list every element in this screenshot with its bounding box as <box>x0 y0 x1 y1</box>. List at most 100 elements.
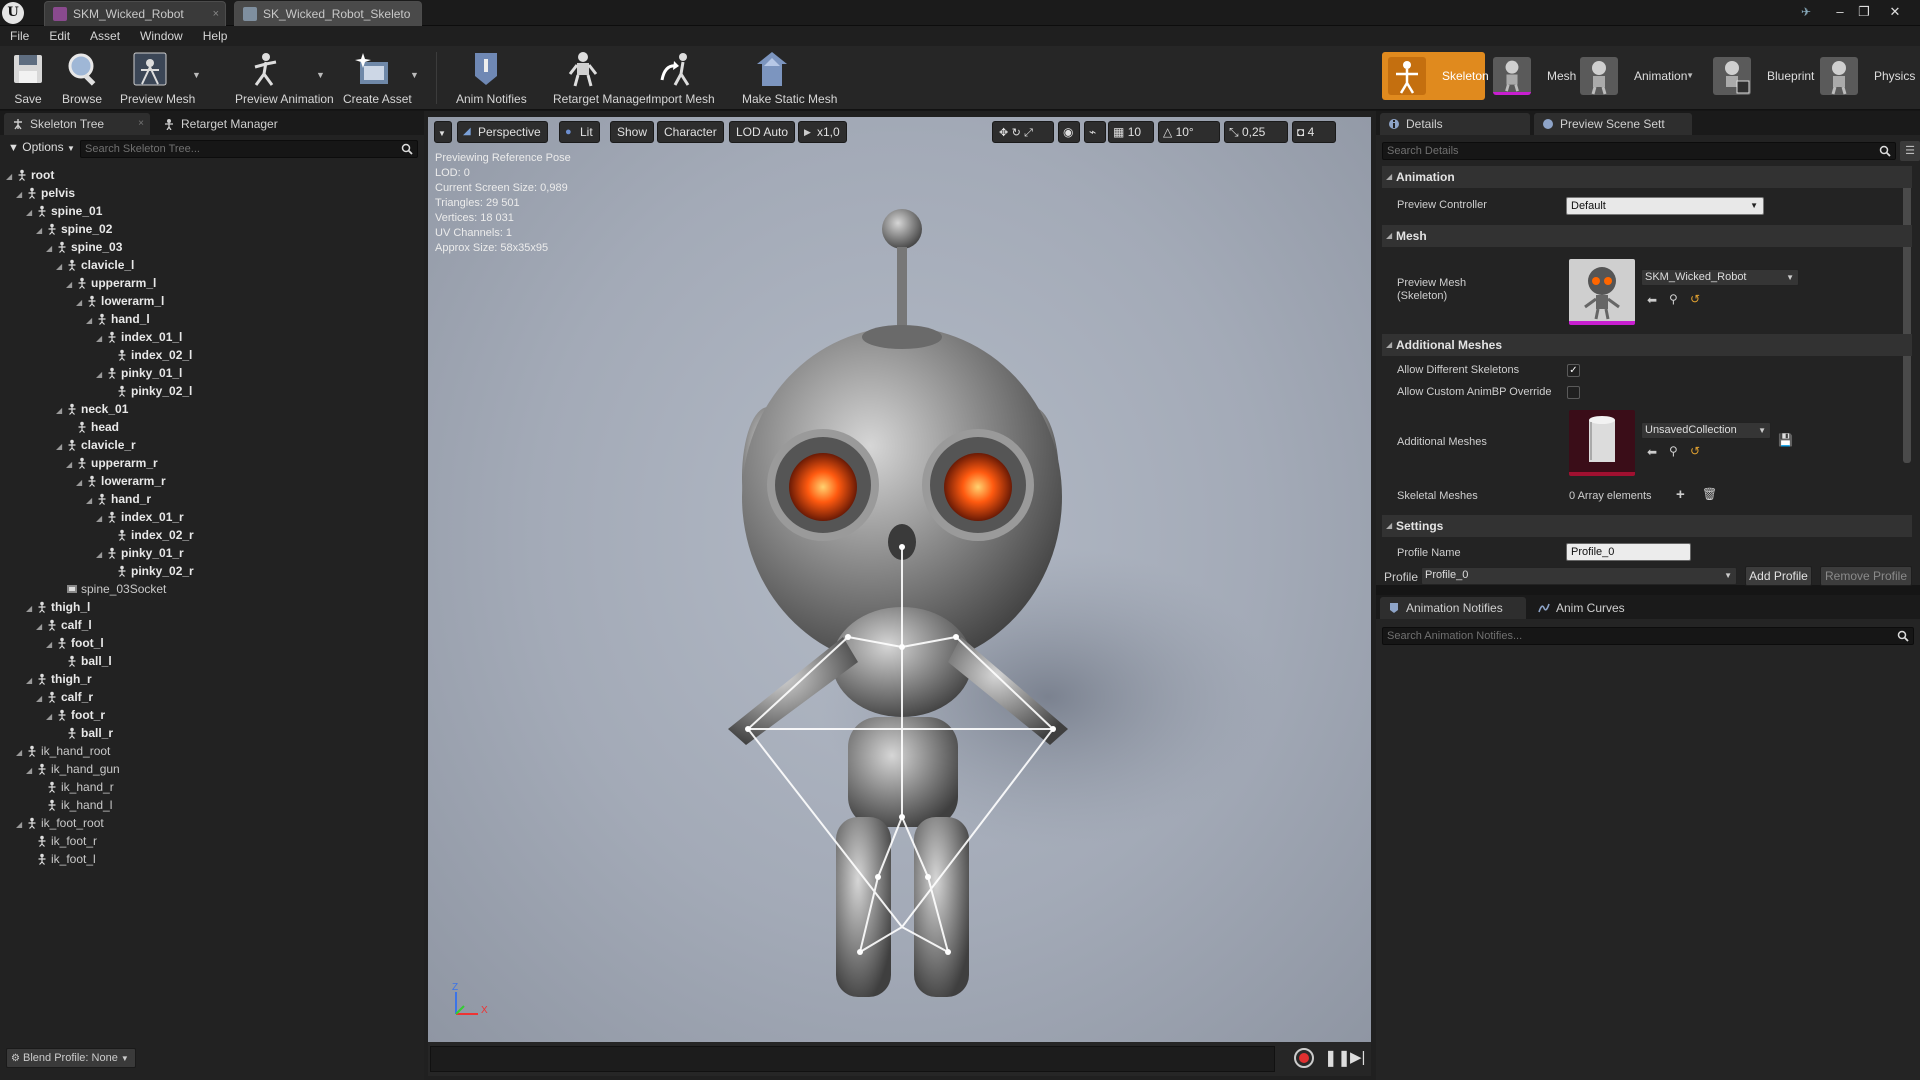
tree-bone-row[interactable]: ◢ hand_l <box>86 310 150 328</box>
tree-bone-row[interactable]: ◢ neck_01 <box>56 400 128 418</box>
tab-skeleton-tree[interactable]: Skeleton Tree × <box>4 113 150 135</box>
tree-bone-row[interactable]: ik_foot_r <box>26 832 97 850</box>
expand-arrow-icon[interactable]: ◢ <box>66 276 76 294</box>
expand-arrow-icon[interactable]: ◢ <box>86 492 96 510</box>
scale-snap-button[interactable]: ⤡ 0,25 <box>1224 121 1288 143</box>
expand-arrow-icon[interactable]: ◢ <box>46 708 56 726</box>
expand-arrow-icon[interactable]: ◢ <box>6 168 16 186</box>
expand-arrow-icon[interactable]: ◢ <box>26 600 36 618</box>
minimize-icon[interactable]: – <box>1830 3 1850 21</box>
mode-blueprint-button[interactable]: Blueprint <box>1707 52 1814 100</box>
menu-help[interactable]: Help <box>193 26 238 46</box>
tree-bone-row[interactable]: ball_l <box>56 652 112 670</box>
details-scrollbar[interactable] <box>1903 167 1911 463</box>
tree-bone-row[interactable]: spine_03Socket <box>56 580 166 598</box>
make-static-mesh-button[interactable]: Make Static Mesh <box>742 48 837 108</box>
pause-button[interactable]: ❚❚ <box>1324 1048 1351 1068</box>
tree-bone-row[interactable]: head <box>66 418 119 436</box>
add-profile-button[interactable]: Add Profile <box>1745 566 1812 586</box>
perspective-button[interactable]: ◢ Perspective <box>457 121 548 143</box>
mode-mesh-button[interactable]: Mesh <box>1487 52 1576 100</box>
menu-asset[interactable]: Asset <box>80 26 130 46</box>
restore-icon[interactable]: ❐ <box>1854 3 1874 21</box>
expand-arrow-icon[interactable]: ◢ <box>26 672 36 690</box>
expand-arrow-icon[interactable]: ◢ <box>96 546 106 564</box>
preview-mesh-dropdown-icon[interactable]: ▼ <box>192 70 201 80</box>
save-button[interactable]: Save <box>8 48 48 108</box>
tree-bone-row[interactable]: ◢ root <box>6 166 54 184</box>
viewport-options-dropdown[interactable]: ▼ <box>434 121 452 143</box>
expand-arrow-icon[interactable]: ◢ <box>96 510 106 528</box>
tree-bone-row[interactable]: ◢ foot_l <box>46 634 104 652</box>
timeline-scrubber[interactable] <box>430 1046 1275 1072</box>
grid-snap-button[interactable]: ▦ 10 <box>1108 121 1154 143</box>
expand-arrow-icon[interactable]: ◢ <box>56 258 66 276</box>
tree-bone-row[interactable]: ◢ pelvis <box>16 184 75 202</box>
menu-file[interactable]: File <box>0 26 39 46</box>
unreal-logo-icon[interactable]: U <box>2 2 24 24</box>
close-tab-icon[interactable]: × <box>138 113 144 135</box>
view-options-icon[interactable]: ☰ <box>1900 141 1920 161</box>
allow-different-skeletons-checkbox[interactable]: ✓ <box>1567 364 1580 377</box>
tree-bone-row[interactable]: ◢ pinky_01_r <box>96 544 184 562</box>
tree-bone-row[interactable]: ◢ upperarm_l <box>66 274 156 292</box>
tree-bone-row[interactable]: ◢ pinky_01_l <box>96 364 182 382</box>
expand-arrow-icon[interactable]: ◢ <box>16 744 26 762</box>
robot-preview-mesh[interactable] <box>428 117 1371 1042</box>
expand-arrow-icon[interactable]: ◢ <box>86 312 96 330</box>
remove-profile-button[interactable]: Remove Profile <box>1820 566 1912 586</box>
expand-arrow-icon[interactable]: ◢ <box>66 456 76 474</box>
add-element-icon[interactable]: + <box>1676 486 1685 503</box>
transform-tools-group[interactable]: ✥ ↻ ⤢ <box>992 121 1054 143</box>
expand-arrow-icon[interactable]: ◢ <box>56 402 66 420</box>
reset-to-default-icon[interactable]: ↺ <box>1690 292 1700 306</box>
show-button[interactable]: Show <box>610 121 655 143</box>
tree-bone-row[interactable]: ◢ calf_r <box>36 688 93 706</box>
notifies-search-field[interactable] <box>1387 630 1913 642</box>
tree-bone-row[interactable]: ◢ ik_foot_root <box>16 814 104 832</box>
additional-meshes-combo[interactable]: UnsavedCollection ▼ <box>1641 422 1771 439</box>
mode-animation-button[interactable]: Animation ▼ <box>1574 52 1694 100</box>
expand-arrow-icon[interactable]: ◢ <box>46 636 56 654</box>
tree-bone-row[interactable]: ◢ clavicle_l <box>56 256 134 274</box>
options-dropdown[interactable]: ▼ Options ▼ <box>8 140 75 154</box>
character-button[interactable]: Character <box>657 121 724 143</box>
skeleton-search-field[interactable] <box>85 143 417 155</box>
tree-bone-row[interactable]: ◢ ik_hand_gun <box>26 760 120 778</box>
profile-combo[interactable]: Profile_0 ▼ <box>1421 567 1737 585</box>
lod-auto-button[interactable]: LOD Auto <box>729 121 796 143</box>
tree-bone-row[interactable]: ik_hand_l <box>36 796 112 814</box>
delete-elements-icon[interactable]: 🗑 <box>1702 487 1717 501</box>
tree-bone-row[interactable]: ◢ hand_r <box>86 490 151 508</box>
reset-to-default-icon[interactable]: ↺ <box>1690 444 1700 458</box>
rotate-icon[interactable]: ↻ <box>1012 127 1021 139</box>
mode-physics-button[interactable]: Physics <box>1814 52 1918 100</box>
tree-bone-row[interactable]: index_02_l <box>106 346 192 364</box>
expand-arrow-icon[interactable]: ◢ <box>96 330 106 348</box>
section-additional-meshes-header[interactable]: ◢ Additional Meshes <box>1382 334 1912 356</box>
use-selected-arrow-icon[interactable]: ⬅ <box>1647 293 1657 307</box>
expand-arrow-icon[interactable]: ◢ <box>96 366 106 384</box>
import-mesh-button[interactable]: Import Mesh <box>648 48 715 108</box>
browse-magnifier-icon[interactable]: ⚲ <box>1669 444 1678 458</box>
tree-bone-row[interactable]: index_02_r <box>106 526 194 544</box>
viewport[interactable]: ▼ ◢ Perspective ● Lit Show Character LOD A… <box>428 117 1371 1042</box>
use-selected-arrow-icon[interactable]: ⬅ <box>1647 445 1657 459</box>
step-forward-button[interactable]: ▶| <box>1350 1048 1365 1066</box>
mode-skeleton-button[interactable]: Skeleton <box>1382 52 1489 100</box>
expand-arrow-icon[interactable]: ◢ <box>16 186 26 204</box>
preview-controller-combo[interactable]: Default ▼ <box>1566 197 1764 215</box>
tree-bone-row[interactable]: ◢ thigh_r <box>26 670 92 688</box>
tree-bone-row[interactable]: ◢ index_01_r <box>96 508 184 526</box>
expand-arrow-icon[interactable]: ◢ <box>76 474 86 492</box>
surface-snap-toggle[interactable]: ⌁ <box>1084 121 1106 143</box>
lit-button[interactable]: ● Lit <box>559 121 600 143</box>
tab-animation-notifies[interactable]: Animation Notifies <box>1380 597 1526 619</box>
tree-bone-row[interactable]: ik_hand_r <box>36 778 114 796</box>
notifies-search-input[interactable] <box>1382 627 1914 645</box>
menu-edit[interactable]: Edit <box>39 26 80 46</box>
tab-anim-curves[interactable]: Anim Curves <box>1530 597 1674 619</box>
details-search-input[interactable] <box>1382 142 1896 160</box>
create-asset-dropdown-icon[interactable]: ▼ <box>410 70 419 80</box>
notification-icon[interactable]: ✈ <box>1796 3 1816 21</box>
